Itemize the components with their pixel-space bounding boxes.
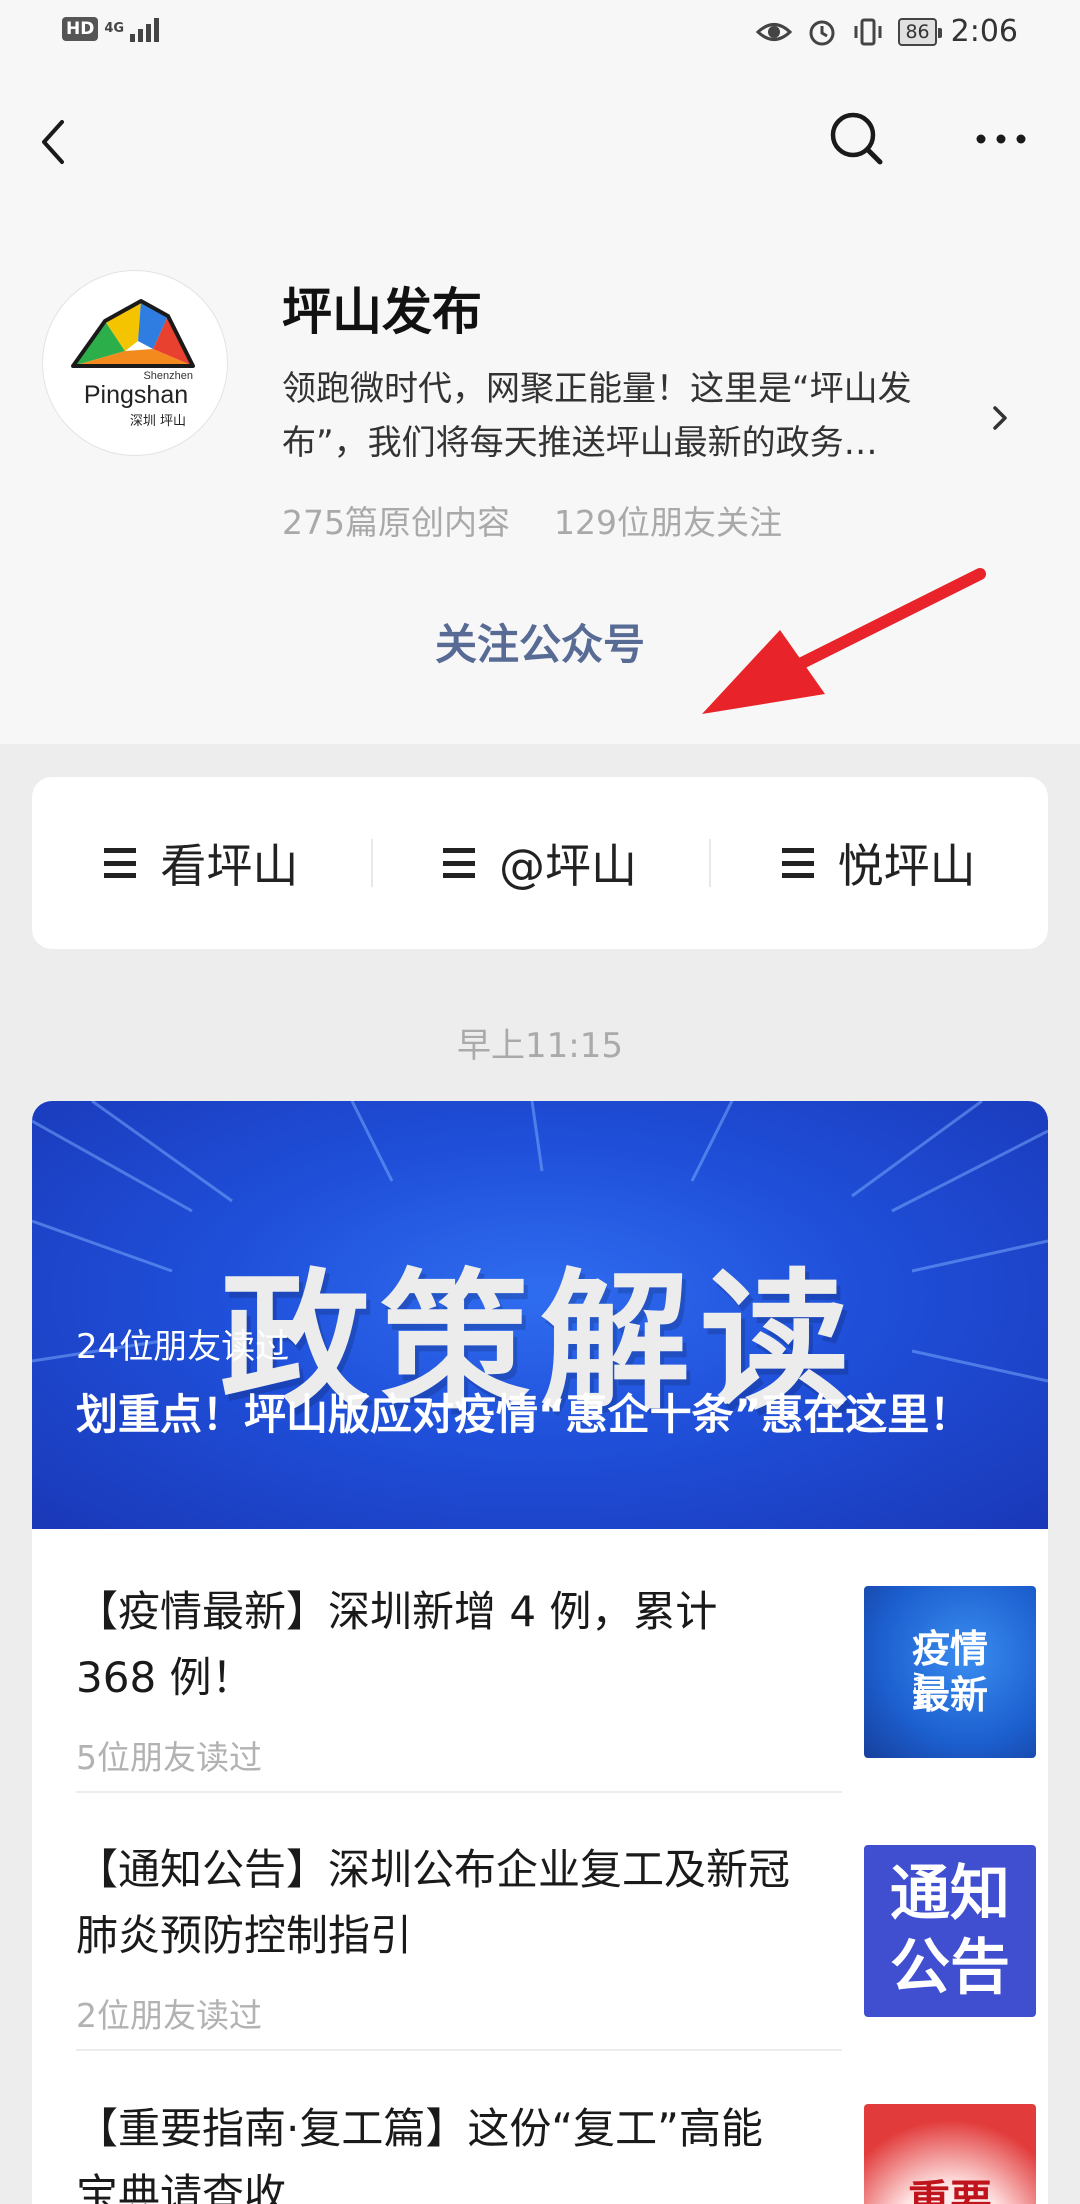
menu-item-label: 悦坪山 xyxy=(837,839,976,893)
search-icon[interactable] xyxy=(822,104,892,174)
menu-item-label: 看坪山 xyxy=(160,839,299,893)
wechat-official-account-page: HD 4G 86 2:06 Shenzhen Pingshan 深圳 坪山 坪山… xyxy=(0,0,1080,2204)
list-item[interactable]: 【疫情最新】深圳新增 4 例，累计 368 例！ 5位朋友读过 NEW 疫情 最… xyxy=(76,1579,1036,1777)
battery-icon: 86 xyxy=(898,17,942,46)
thumb-line: 公告 xyxy=(890,1933,1010,2003)
account-header: Shenzhen Pingshan 深圳 坪山 坪山发布 领跑微时代，网聚正能量… xyxy=(0,64,1080,744)
list-item[interactable]: 【重要指南·复工篇】这份“复工”高能宝典请查收 重要 指南 xyxy=(76,2096,1036,2204)
thumb-line: 通知 xyxy=(890,1859,1010,1929)
article-reads: 5位朋友读过 xyxy=(76,1738,262,1777)
logo-pingshan-text: Pingshan xyxy=(84,381,188,409)
article-reads: 2位朋友读过 xyxy=(76,1996,262,2035)
article-title: 【疫情最新】深圳新增 4 例，累计 368 例！ xyxy=(76,1587,718,1702)
menu-icon xyxy=(443,848,475,878)
article-thumbnail: NEW 疫情 最新 xyxy=(864,1586,1036,1758)
article-title: 【重要指南·复工篇】这份“复工”高能宝典请查收 xyxy=(76,2104,763,2204)
divider xyxy=(76,2049,842,2051)
account-description[interactable]: 领跑微时代，网聚正能量！这里是“坪山发布”，我们将每天推送坪山最新的政务… xyxy=(282,362,982,470)
eye-icon xyxy=(756,22,793,41)
menu-item-label: @坪山 xyxy=(499,839,637,893)
friends-following: 129位朋友关注 xyxy=(554,503,782,542)
network-indicator: 4G xyxy=(104,21,125,36)
list-item[interactable]: 【通知公告】深圳公布企业复工及新冠肺炎预防控制指引 2位朋友读过 通知 公告 xyxy=(76,1837,1036,2035)
thumb-tag: NEW xyxy=(913,1671,929,1707)
red-arrow-annotation xyxy=(702,568,986,714)
featured-article[interactable]: 政策解读 24位朋友读过 划重点！坪山版应对疫情“惠企十条”惠在这里！ xyxy=(32,1101,1048,1529)
thumb-line: 重要 xyxy=(907,2176,992,2204)
menu-item-at-pingshan[interactable]: @坪山 xyxy=(370,777,710,949)
original-count: 275篇原创内容 xyxy=(282,503,510,542)
vibrate-icon xyxy=(854,18,882,45)
hd-indicator: HD xyxy=(62,17,99,41)
article-thumbnail: 重要 指南 xyxy=(864,2104,1036,2204)
alarm-icon xyxy=(809,20,835,45)
menu-item-kan-pingshan[interactable]: 看坪山 xyxy=(32,777,371,949)
logo-cn-text: 深圳 坪山 xyxy=(130,414,186,429)
account-name: 坪山发布 xyxy=(282,283,482,341)
menu-item-yue-pingshan[interactable]: 悦坪山 xyxy=(709,777,1048,949)
divider xyxy=(76,1791,842,1793)
thumb-line: 疫情 xyxy=(911,1627,988,1671)
status-bar: HD 4G 86 2:06 xyxy=(0,0,1080,64)
menu-icon xyxy=(104,848,137,878)
more-icon[interactable] xyxy=(966,114,1036,164)
pingshan-logo: Shenzhen Pingshan 深圳 坪山 xyxy=(71,299,195,429)
account-avatar[interactable]: Shenzhen Pingshan 深圳 坪山 xyxy=(42,270,228,456)
menu-icon xyxy=(781,848,814,878)
article-title: 【通知公告】深圳公布企业复工及新冠肺炎预防控制指引 xyxy=(76,1845,791,1960)
clock: 2:06 xyxy=(950,14,1018,49)
featured-title: 划重点！坪山版应对疫情“惠企十条”惠在这里！ xyxy=(76,1390,972,1439)
chevron-right-icon[interactable] xyxy=(986,398,1016,438)
featured-reads: 24位朋友读过 xyxy=(76,1327,290,1367)
article-group: 政策解读 24位朋友读过 划重点！坪山版应对疫情“惠企十条”惠在这里！ 【疫情最… xyxy=(32,1101,1048,2204)
back-icon[interactable] xyxy=(30,104,80,174)
account-stats: 275篇原创内容 129位朋友关注 xyxy=(282,496,782,544)
follow-button[interactable]: 关注公众号 xyxy=(380,610,700,680)
message-time: 早上11:15 xyxy=(457,1026,623,1066)
signal-icon xyxy=(130,16,160,42)
article-thumbnail: 通知 公告 xyxy=(864,1845,1036,2017)
account-menu: 看坪山 @坪山 悦坪山 xyxy=(32,777,1048,949)
